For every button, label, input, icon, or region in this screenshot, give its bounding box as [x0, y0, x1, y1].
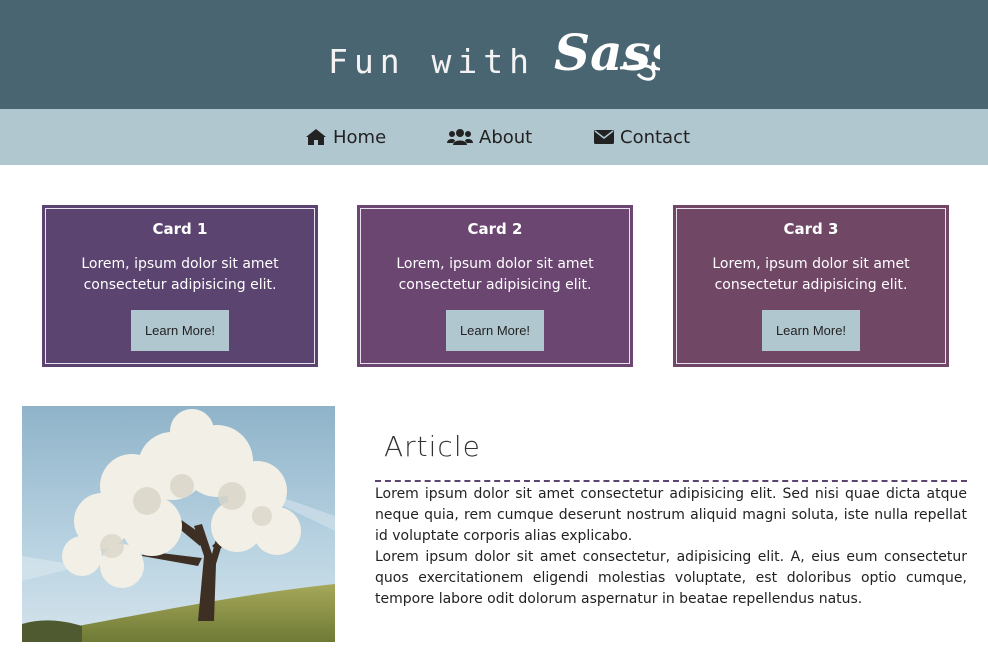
- home-icon: [306, 129, 326, 145]
- users-icon: [447, 129, 473, 145]
- card-title: Card 3: [783, 220, 839, 238]
- tree-photo: [22, 406, 335, 642]
- card-3: Card 3 Lorem, ipsum dolor sit amet conse…: [673, 205, 949, 367]
- learn-more-button[interactable]: Learn More!: [446, 310, 544, 351]
- card-text: Lorem, ipsum dolor sit amet consectetur …: [712, 256, 910, 293]
- nav-item-contact[interactable]: Contact: [594, 109, 690, 165]
- sass-logo: Sass: [554, 23, 660, 82]
- envelope-icon: [594, 130, 614, 144]
- article-paragraph: Lorem ipsum dolor sit amet consectetur, …: [375, 549, 967, 607]
- card-1: Card 1 Lorem, ipsum dolor sit amet conse…: [42, 205, 318, 367]
- card-title: Card 1: [152, 220, 208, 238]
- site-title: Fun with: [328, 42, 535, 81]
- article-body: Lorem ipsum dolor sit amet consectetur a…: [375, 484, 967, 610]
- article-paragraph: Lorem ipsum dolor sit amet consectetur a…: [375, 486, 967, 544]
- site-header: Fun with Sass: [0, 0, 988, 109]
- card-text: Lorem, ipsum dolor sit amet consectetur …: [81, 256, 279, 293]
- main-nav: Home About Contact: [0, 109, 988, 165]
- card-2: Card 2 Lorem, ipsum dolor sit amet conse…: [357, 205, 633, 367]
- article-divider: [375, 480, 967, 482]
- nav-item-home[interactable]: Home: [305, 109, 386, 165]
- learn-more-button[interactable]: Learn More!: [131, 310, 229, 351]
- nav-item-about[interactable]: About: [447, 109, 532, 165]
- nav-label-contact: Contact: [620, 126, 691, 148]
- card-text: Lorem, ipsum dolor sit amet consectetur …: [396, 256, 594, 293]
- card-title: Card 2: [467, 220, 523, 238]
- learn-more-button[interactable]: Learn More!: [762, 310, 860, 351]
- article-heading: Article: [384, 430, 481, 463]
- nav-label-home: Home: [333, 126, 387, 148]
- sass-logo-text: Sass: [554, 23, 660, 82]
- nav-label-about: About: [479, 126, 533, 148]
